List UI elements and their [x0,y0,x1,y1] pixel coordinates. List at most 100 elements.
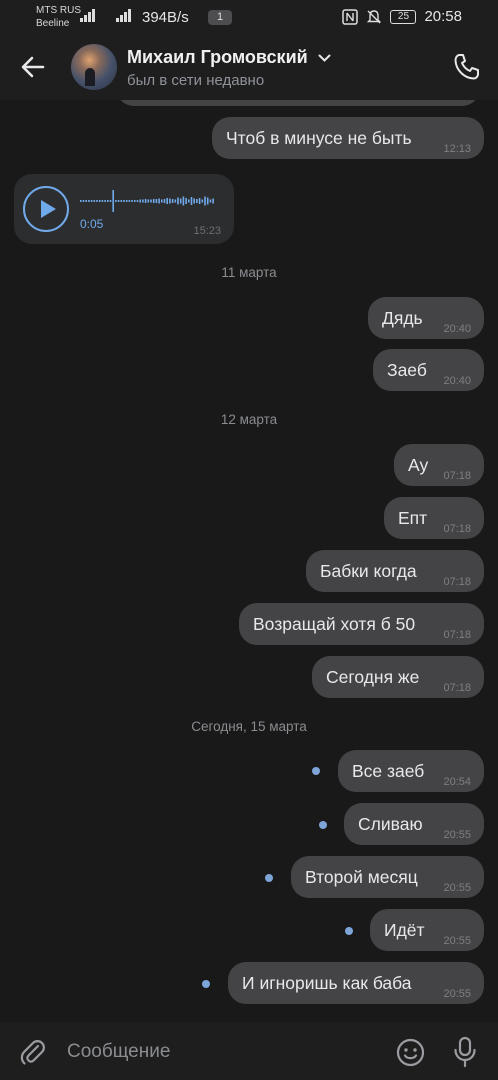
waveform-bar [90,200,93,202]
network-speed: 394B/s [142,9,189,26]
message-bubble[interactable]: Второй месяц 20:55 [291,856,484,898]
message-time: 07:18 [443,682,471,694]
message-text: Епт [398,508,428,528]
message-time: 12:13 [443,143,471,155]
carrier-names: MTS RUS Beeline [36,4,81,30]
message-text: И игноришь как баба [242,973,412,993]
voice-message[interactable]: 0:05 15:23 [14,174,234,244]
battery-icon: 25 [390,9,417,24]
message-time: 07:18 [443,470,471,482]
message-bubble[interactable]: Бабки когда 07:18 [306,550,484,592]
unread-indicator [265,874,273,882]
clock: 20:58 [424,8,462,25]
chevron-down-icon[interactable] [318,54,331,63]
message-bubble[interactable]: Ау 07:18 [394,444,484,486]
message-bubble[interactable]: Возращай хотя б 50 07:18 [239,603,484,645]
waveform-bar [193,198,195,204]
waveform-bar [152,199,155,203]
message-time: 20:55 [443,988,471,1000]
microphone-icon[interactable] [452,1036,478,1068]
waveform-bar [93,200,96,202]
waveform-bar [174,199,177,203]
message-text: Чтоб в минусе не быть [226,128,412,148]
waveform-bar [190,197,193,205]
waveform-bar [115,200,117,202]
waveform-bar [179,198,182,204]
waveform-bar [82,200,85,202]
waveform-bar [128,200,131,202]
message-text: Ау [408,455,429,475]
play-button[interactable] [23,186,69,232]
waveform-bar [107,200,109,202]
waveform-bar [125,200,128,202]
waveform-bar [96,200,98,202]
message-bubble[interactable]: Чтоб в минусе не быть 12:13 [212,117,484,159]
arrow-left-icon[interactable] [20,54,46,80]
signal-icon [80,9,95,22]
message-input[interactable] [67,1039,367,1065]
waveform-bar [196,199,198,203]
message-time: 07:18 [443,629,471,641]
unread-indicator [345,927,353,935]
signal-icon-2 [116,9,131,22]
message-bubble[interactable]: И игноришь как баба 20:55 [228,962,484,1004]
unread-indicator [319,821,327,829]
message-time: 07:18 [443,576,471,588]
status-right: 25 20:58 [342,8,462,25]
play-icon [41,200,56,218]
waveform-bar [177,197,179,205]
contact-status: был в сети недавно [127,72,265,89]
waveform-bar [169,198,171,204]
message-time: 20:54 [443,776,471,788]
avatar[interactable] [71,44,117,90]
waveform-bar [85,200,87,202]
waveform-bar [109,200,112,202]
voice-waveform[interactable] [80,186,220,216]
waveform-bar [144,199,147,203]
paperclip-icon[interactable] [20,1038,46,1066]
waveform-bar [150,199,152,203]
message-text: Заеб [387,360,427,380]
nfc-icon [342,8,359,25]
message-bubble[interactable]: Все заеб 20:54 [338,750,484,792]
carrier-1: MTS RUS [36,5,81,16]
message-text: Все заеб [352,761,425,781]
waveform-bar [171,199,174,203]
smiley-icon[interactable] [396,1038,425,1067]
waveform-bar [166,198,168,204]
carrier-2: Beeline [36,18,70,29]
message-time: 15:23 [193,225,221,237]
message-bubble[interactable]: Заеб 20:40 [373,349,484,391]
waveform-bar [112,190,114,212]
waveform-bar [134,200,136,202]
message-time: 20:40 [443,375,471,387]
message-bubble[interactable]: Идёт 20:55 [370,909,484,951]
message-time: 20:40 [443,323,471,335]
message-bubble[interactable]: Сегодня же 07:18 [312,656,484,698]
waveform-bar [123,200,125,202]
waveform-bar [139,199,141,203]
message-bubble[interactable]: Дядь 20:40 [368,297,484,339]
waveform-bar [212,198,214,204]
message-composer [0,1022,498,1080]
waveform-bar [188,199,190,203]
waveform-bar [131,200,133,202]
date-separator: Сегодня, 15 марта [191,719,307,734]
message-text: Второй месяц [305,867,418,887]
message-bubble[interactable]: Епт 07:18 [384,497,484,539]
notification-badge: 1 [208,10,232,25]
waveform-bar [120,200,123,202]
message-text: Сегодня же [326,667,420,687]
waveform-bar [204,196,206,206]
contact-name[interactable]: Михаил Громовский [127,47,308,68]
waveform-bar [206,197,209,205]
message-time: 07:18 [443,523,471,535]
waveform-bar [117,200,120,202]
phone-icon[interactable] [452,52,482,82]
waveform-bar [163,199,166,203]
message-bubble-partial [116,100,480,106]
waveform-bar [136,200,139,202]
message-list[interactable]: Чтоб в минусе не быть 12:13 0:05 15:23 1… [0,100,498,1022]
message-bubble[interactable]: Сливаю 20:55 [344,803,484,845]
message-time: 20:55 [443,829,471,841]
